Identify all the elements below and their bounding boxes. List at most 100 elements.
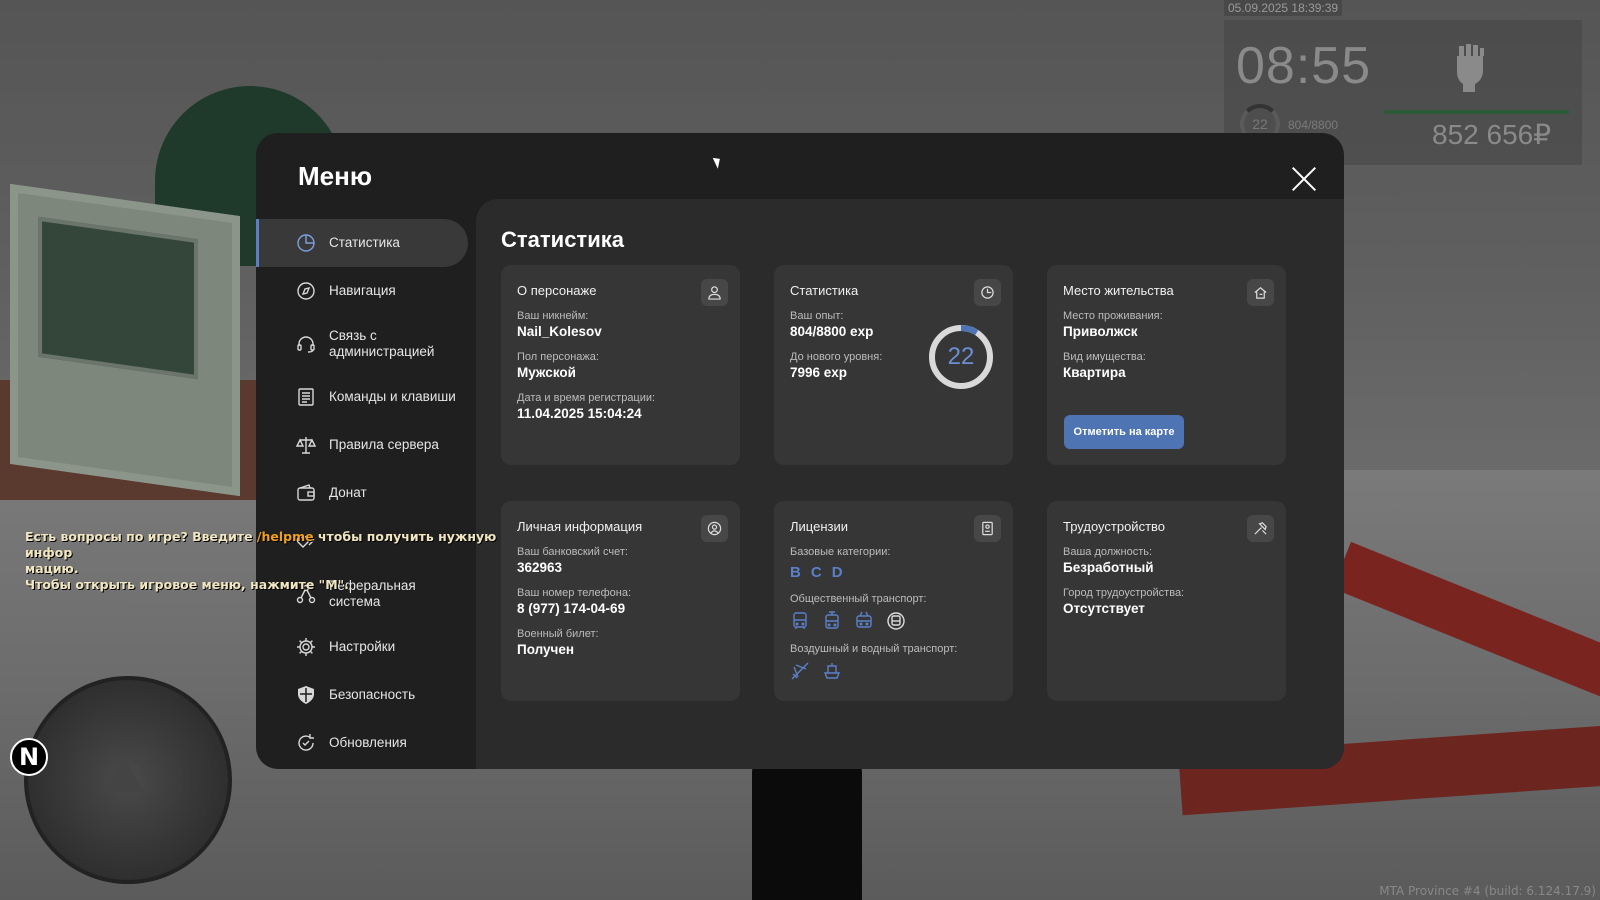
job-city-value: Отсутствует: [1063, 601, 1145, 616]
license-category: C: [810, 564, 822, 581]
hud-health-bar: [1384, 110, 1569, 114]
sidebar-item-commands[interactable]: Команды и клавиши: [256, 373, 468, 421]
metro-icon: [886, 611, 906, 631]
sidebar-item-label: Безопасность: [329, 687, 416, 702]
sidebar-item-navigation[interactable]: Навигация: [256, 267, 468, 315]
sidebar-item-label: Команды и клавиши: [329, 389, 456, 404]
sidebar-item-label: Связь с администрацией: [329, 328, 435, 359]
field-label: Общественный транспорт:: [790, 593, 927, 605]
build-info: MTA Province #4 (build: 6.124.17.9): [1379, 884, 1596, 898]
house-icon: [1247, 279, 1274, 306]
card-character: О персонаже Ваш никнейм: Nail_Kolesov По…: [501, 265, 740, 465]
menu-title: Меню: [298, 161, 373, 191]
card-title: Лицензии: [790, 519, 848, 534]
hud-money: 852 656₽: [1432, 119, 1552, 150]
field-label: Воздушный и водный транспорт:: [790, 643, 958, 655]
chat-box: Есть вопросы по игре? Введите /helpme чт…: [25, 529, 525, 593]
scales-icon: [296, 437, 316, 454]
property-type-value: Квартира: [1063, 365, 1126, 380]
bank-account-value: 362963: [517, 560, 563, 575]
field-label: Ваша должность:: [1063, 546, 1153, 558]
chat-line: Есть вопросы по игре? Введите /helpme чт…: [25, 529, 525, 561]
hud-time: 08:55: [1236, 37, 1372, 95]
sidebar-item-admin-contact[interactable]: Связь с администрацией: [256, 315, 468, 373]
nickname-value: Nail_Kolesov: [517, 324, 602, 339]
headset-icon: [297, 336, 315, 353]
document-list-icon: [298, 388, 314, 406]
license-category: D: [831, 564, 843, 581]
page-title: Статистика: [501, 227, 624, 252]
compass-icon: [297, 282, 315, 300]
license-categories: B C D: [790, 564, 997, 581]
sidebar-item-label: Статистика: [329, 235, 400, 250]
air-water-licenses: [790, 661, 997, 681]
shield-icon: [298, 686, 314, 704]
sidebar-item-donate[interactable]: Донат: [256, 469, 468, 517]
gear-icon: [297, 638, 315, 656]
user-circle-icon: [701, 515, 728, 542]
field-label: Город трудоустройства:: [1063, 587, 1185, 599]
bus-icon: [790, 611, 810, 631]
chat-line: Чтобы открыть игровое меню, нажмите "M".: [25, 577, 349, 592]
sidebar-item-label: Настройки: [329, 639, 396, 654]
card-employment: Трудоустройство Ваша должность: Безработ…: [1047, 501, 1286, 701]
phone-value: 8 (977) 174-04-69: [517, 601, 626, 616]
mouse-cursor-icon: [712, 155, 724, 169]
registration-value: 11.04.2025 15:04:24: [517, 406, 642, 421]
field-label: Базовые категории:: [790, 546, 891, 558]
content-panel: Статистика О персонаже Ваш никнейм: Nail…: [476, 199, 1344, 769]
chat-command: /helpme: [256, 529, 314, 544]
sidebar-item-rules[interactable]: Правила сервера: [256, 421, 468, 469]
chat-line: мацию.: [25, 561, 79, 576]
tram-icon: [822, 611, 842, 631]
field-label: Место проживания:: [1063, 310, 1163, 322]
field-label: Пол персонажа:: [517, 351, 599, 363]
field-label: Ваш опыт:: [790, 310, 844, 322]
gender-value: Мужской: [517, 365, 576, 380]
residence-place-value: Приволжск: [1063, 324, 1138, 339]
wallet-icon: [297, 484, 315, 501]
sidebar-item-label: Правила сервера: [329, 437, 439, 452]
user-icon: [701, 279, 728, 306]
license-category: B: [790, 564, 801, 581]
card-title: О персонаже: [517, 283, 597, 298]
north-icon: N: [10, 738, 48, 776]
card-personal-info: Личная информация Ваш банковский счет: 3…: [501, 501, 740, 701]
job-position-value: Безработный: [1063, 560, 1154, 575]
military-id-value: Получен: [517, 642, 575, 657]
menu-window: Меню Статистика Навигация Связь с админи…: [256, 133, 1344, 769]
card-residence: Место жительства Место проживания: Приво…: [1047, 265, 1286, 465]
fist-icon: [1457, 44, 1484, 92]
license-icon: [974, 515, 1001, 542]
close-icon[interactable]: [1290, 165, 1318, 193]
mark-on-map-button[interactable]: Отметить на карте: [1064, 415, 1184, 449]
sidebar-item-security[interactable]: Безопасность: [256, 671, 468, 719]
refresh-icon: [298, 734, 314, 751]
tools-icon: [1247, 515, 1274, 542]
card-title: Статистика: [790, 283, 859, 298]
level-value: 22: [947, 343, 975, 370]
trolleybus-icon: [854, 611, 874, 631]
sidebar-item-updates[interactable]: Обновления: [256, 719, 468, 767]
sidebar-item-label: Донат: [329, 485, 367, 500]
sidebar-item-label: Навигация: [329, 283, 396, 298]
chat-text: Есть вопросы по игре? Введите: [25, 529, 257, 544]
card-title: Место жительства: [1063, 283, 1174, 298]
radar-player-icon: [104, 756, 144, 792]
pie-chart-icon: [297, 234, 315, 252]
sidebar-item-settings[interactable]: Настройки: [256, 623, 468, 671]
field-label: Ваш номер телефона:: [517, 587, 632, 599]
door-glass: [38, 216, 198, 380]
hud-datetime: 05.09.2025 18:39:39: [1224, 0, 1343, 16]
card-title: Личная информация: [517, 519, 643, 534]
sidebar-item-statistics[interactable]: Статистика: [256, 219, 468, 267]
clock-chart-icon: [974, 279, 1001, 306]
public-transport-licenses: [790, 611, 997, 631]
hud-exp: 804/8800: [1288, 118, 1339, 132]
boat-icon: [822, 661, 842, 681]
plane-icon: [790, 661, 810, 681]
player-character: [752, 752, 862, 900]
sidebar: Статистика Навигация Связь с администрац…: [256, 219, 468, 767]
field-label: Ваш банковский счет:: [517, 546, 628, 558]
card-title: Трудоустройство: [1063, 519, 1166, 534]
